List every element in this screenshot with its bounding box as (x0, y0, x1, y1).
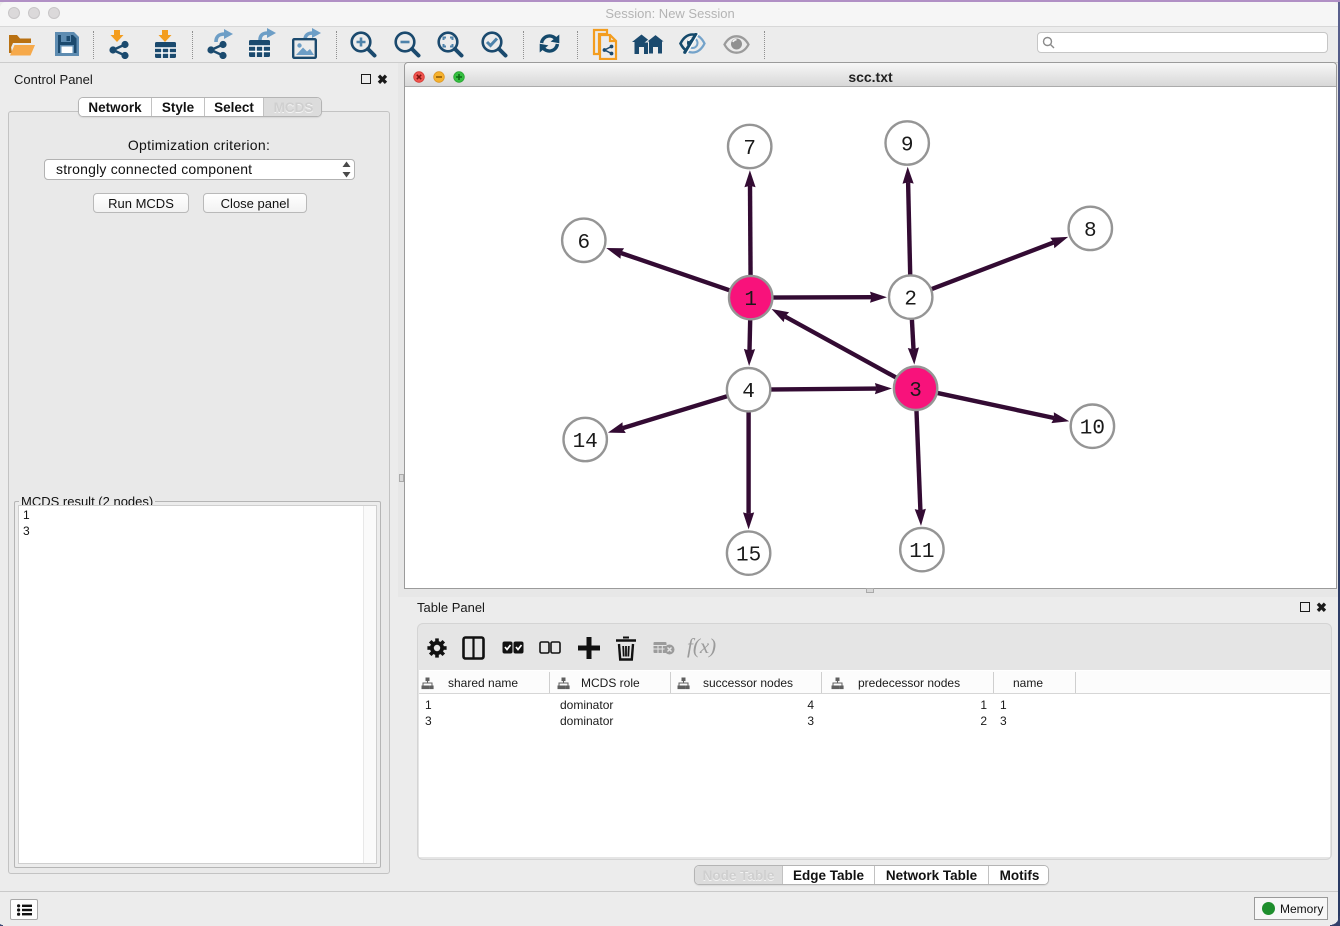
svg-text:10: 10 (1080, 418, 1105, 441)
svg-text:15: 15 (736, 545, 761, 568)
svg-text:6: 6 (577, 232, 590, 255)
svg-text:14: 14 (573, 431, 598, 454)
svg-text:3: 3 (909, 380, 922, 403)
svg-text:9: 9 (901, 135, 914, 158)
svg-text:1: 1 (744, 289, 757, 312)
svg-text:8: 8 (1084, 220, 1097, 243)
svg-text:4: 4 (742, 381, 755, 404)
svg-text:7: 7 (743, 138, 756, 161)
svg-text:2: 2 (904, 289, 917, 312)
svg-text:11: 11 (909, 541, 934, 564)
